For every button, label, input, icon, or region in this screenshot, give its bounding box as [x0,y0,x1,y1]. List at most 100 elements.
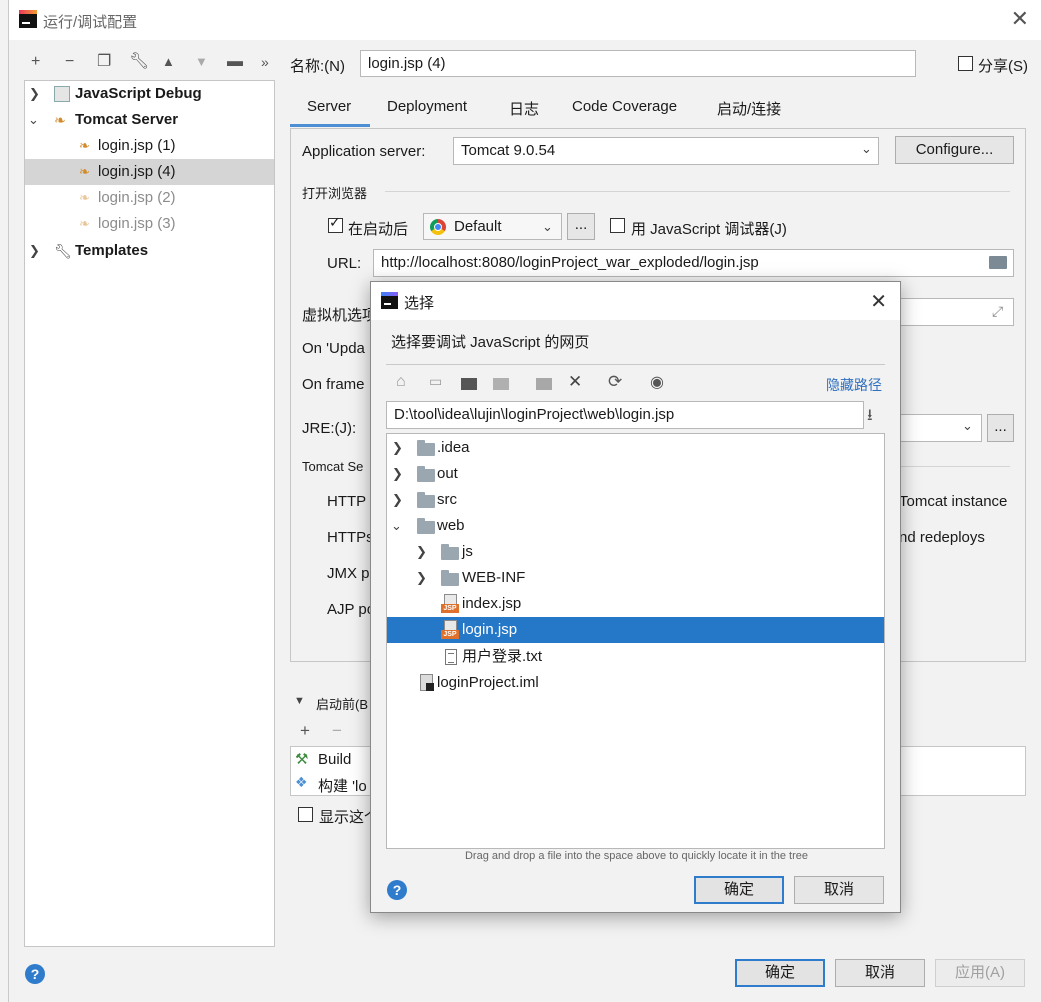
close-icon[interactable]: ✕ [870,289,887,314]
new-folder-icon[interactable] [536,378,552,390]
download-icon[interactable]: ⭳ [867,404,873,431]
tab-server-underline [290,124,370,127]
tree-item-js-debug[interactable]: ❯ JavaScript Debug [25,81,274,107]
chevron-right-icon[interactable]: ❯ [392,487,403,513]
browser-select[interactable]: Default ⌄ [423,213,562,240]
tab-code-coverage[interactable]: Code Coverage [572,98,677,115]
tree-item-label: out [437,465,458,482]
tree-item-login-4[interactable]: ❧ login.jsp (4) [25,159,274,185]
tree-item-web-inf[interactable]: ❯ WEB-INF [387,565,884,591]
dialog-ok-button[interactable]: 确定 [694,876,784,904]
url-input[interactable]: http://localhost:8080/loginProject_war_e… [373,249,1014,277]
name-label: 名称:(N) [290,58,345,75]
show-hidden-icon[interactable]: ◉ [650,372,664,392]
ok-button[interactable]: 确定 [735,959,825,987]
path-input[interactable]: D:\tool\idea\lujin\loginProject\web\logi… [386,401,864,429]
tab-logs[interactable]: 日志 [509,98,539,119]
add-icon[interactable]: + [300,721,310,741]
tree-item-js[interactable]: ❯ js [387,539,884,565]
http-label: HTTP [327,493,367,510]
chevron-down-icon[interactable]: ⌄ [28,107,39,133]
folder-icon [417,440,435,456]
tree-item-label: JavaScript Debug [75,85,202,102]
folder-add-icon[interactable]: ▬ [227,52,243,72]
name-input[interactable]: login.jsp (4) [360,50,916,77]
file-tree: ❯ .idea ❯ out ❯ src ⌄ web ❯ js ❯ WEB-INF [386,433,885,849]
jre-label: JRE:(J): [302,420,357,437]
tree-item-tomcat-server[interactable]: ⌄ ❧ Tomcat Server [25,107,274,133]
tree-item-login-jsp[interactable]: JSP login.jsp [387,617,884,643]
tomcat-icon: ❧ [54,112,66,128]
tree-item-label: 用户登录.txt [462,648,543,665]
apply-button[interactable]: 应用(A) [935,959,1025,987]
tree-item-login-project-iml[interactable]: loginProject.iml [387,670,884,696]
before-item-build[interactable]: Build [318,751,351,768]
chevron-right-icon[interactable]: ❯ [29,238,40,264]
module-folder-icon[interactable] [493,378,509,390]
copy-icon[interactable]: ❐ [97,52,111,72]
tab-deployment[interactable]: Deployment [387,98,467,115]
tree-item-label: loginProject.iml [437,674,539,691]
tree-item-label: login.jsp (4) [98,163,176,180]
chevron-right-icon[interactable]: ❯ [416,565,427,591]
chevron-down-icon[interactable]: ⌄ [861,141,872,157]
move-up-icon[interactable]: ▲ [162,52,175,72]
chevron-right-icon[interactable]: ❯ [29,81,40,107]
configure-button[interactable]: Configure... [895,136,1014,164]
wrench-icon[interactable]: 🔧︎ [129,52,149,72]
folder-icon [417,492,435,508]
tree-item-templates[interactable]: ❯ 🔧︎ Templates [25,238,274,264]
folder-icon [417,518,435,534]
tree-item-web[interactable]: ⌄ web [387,513,884,539]
app-server-select[interactable]: Tomcat 9.0.54 [453,137,879,165]
before-item-artifact[interactable]: 构建 'lo [318,775,367,796]
help-icon[interactable]: ? [387,880,407,900]
tree-item-login-1[interactable]: ❧ login.jsp (1) [25,133,274,159]
tree-item-index-jsp[interactable]: JSP index.jsp [387,591,884,617]
app-logo-icon [19,10,37,28]
vm-options-label: 虚拟机选项 [302,307,378,324]
tree-item-login-3[interactable]: ❧ login.jsp (3) [25,211,274,237]
add-icon[interactable]: + [31,52,40,72]
tree-item-src[interactable]: ❯ src [387,487,884,513]
share-checkbox[interactable] [958,56,973,71]
tree-item-label: web [437,517,465,534]
close-icon[interactable]: ✕ [1011,8,1029,30]
cancel-button[interactable]: 取消 [835,959,925,987]
move-down-icon[interactable]: ▼ [195,52,208,72]
tree-item-idea[interactable]: ❯ .idea [387,435,884,461]
help-icon[interactable]: ? [25,964,45,984]
remove-icon[interactable]: − [332,721,342,741]
hide-path-link[interactable]: 隐藏路径 [826,375,882,395]
chevron-right-icon[interactable]: ❯ [392,461,403,487]
remove-icon[interactable]: − [65,52,74,72]
chevron-down-icon[interactable]: ⌄ [962,418,973,434]
app-logo-icon [381,292,398,309]
desktop-icon[interactable]: ▭ [429,373,442,390]
https-label: HTTPs [327,529,374,546]
chevron-right-icon[interactable]: ❯ [416,539,427,565]
more-icon[interactable]: » [261,52,269,72]
project-folder-icon[interactable] [461,378,477,390]
collapse-icon[interactable]: ▼ [294,695,305,707]
jre-ellipsis-button[interactable]: ... [987,414,1014,442]
expand-icon[interactable]: ⤢ [992,303,1003,320]
tree-item-login-2[interactable]: ❧ login.jsp (2) [25,185,274,211]
js-debugger-checkbox[interactable] [610,218,625,233]
chevron-right-icon[interactable]: ❯ [392,435,403,461]
folder-open-icon[interactable] [989,256,1007,269]
text-file-icon [445,649,457,665]
chevron-down-icon[interactable]: ⌄ [391,513,402,539]
dialog-cancel-button[interactable]: 取消 [794,876,884,904]
refresh-icon[interactable]: ⟳ [608,372,622,392]
tree-item-user-login-txt[interactable]: 用户登录.txt [387,644,884,670]
tab-server[interactable]: Server [307,98,351,115]
tree-item-out[interactable]: ❯ out [387,461,884,487]
share-label: 分享(S) [978,58,1028,75]
config-tree: ❯ JavaScript Debug ⌄ ❧ Tomcat Server ❧ l… [24,80,275,947]
tab-startup[interactable]: 启动/连接 [717,98,781,119]
show-page-checkbox[interactable] [298,807,313,822]
home-icon[interactable]: ⌂ [396,373,406,391]
delete-icon[interactable]: ✕ [568,372,582,392]
browser-ellipsis-button[interactable]: ... [567,213,595,240]
